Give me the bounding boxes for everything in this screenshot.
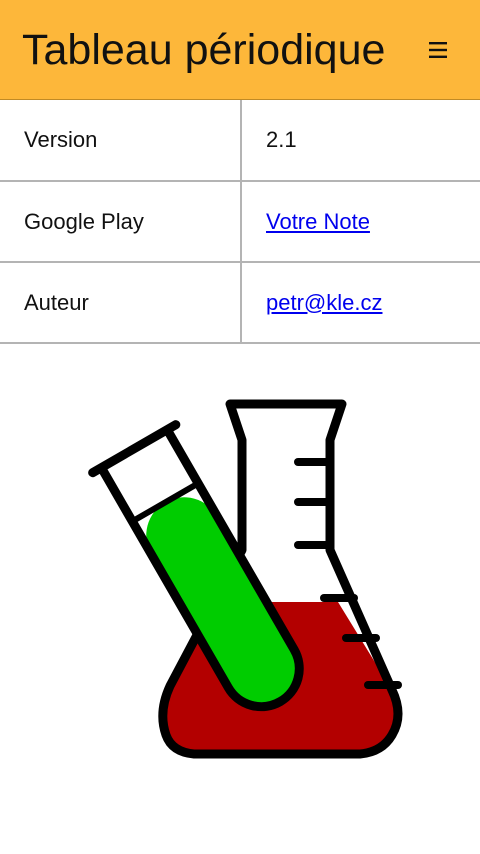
version-value: 2.1 xyxy=(266,127,297,152)
google-play-label: Google Play xyxy=(0,181,242,262)
menu-button[interactable] xyxy=(418,30,458,70)
author-email-link[interactable]: petr@kle.cz xyxy=(266,290,382,315)
info-row-google-play: Google Play Votre Note xyxy=(0,181,480,262)
rate-app-link[interactable]: Votre Note xyxy=(266,209,370,234)
info-row-author: Auteur petr@kle.cz xyxy=(0,262,480,343)
version-label: Version xyxy=(0,100,242,181)
info-table: Version 2.1 Google Play Votre Note Auteu… xyxy=(0,100,480,344)
info-row-version: Version 2.1 xyxy=(0,100,480,181)
author-label: Auteur xyxy=(0,262,242,343)
hamburger-menu-icon xyxy=(429,42,447,58)
chemistry-flask-and-test-tube-icon xyxy=(88,399,403,759)
page-title: Tableau périodique xyxy=(22,26,386,74)
app-header: Tableau périodique xyxy=(0,0,480,100)
